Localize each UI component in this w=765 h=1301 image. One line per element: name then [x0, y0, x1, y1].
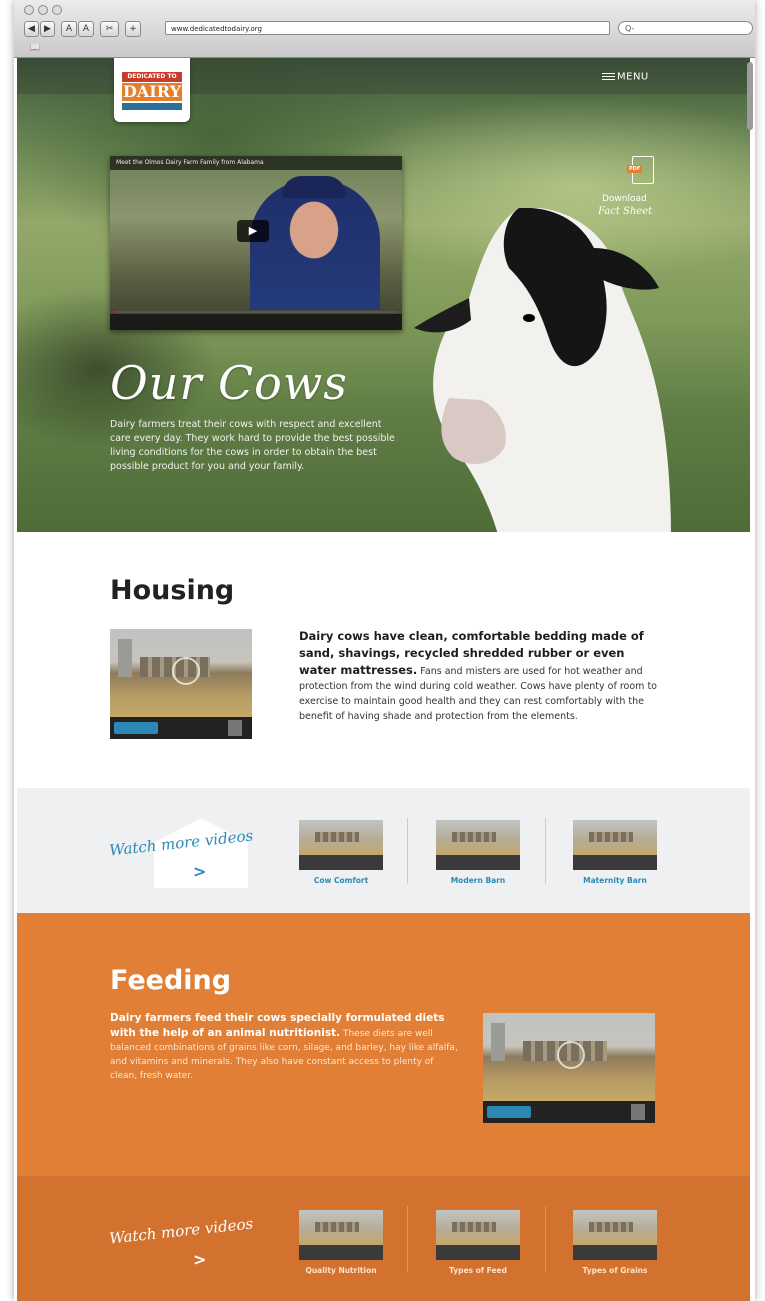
video-controls[interactable] [110, 717, 252, 739]
hero-title: Our Cows [110, 356, 348, 410]
browser-window: ◀ ▶ A A ✂ + www.dedicatedtodairy.org Q- … [14, 0, 755, 1301]
pdf-badge: PDF [627, 165, 643, 173]
forward-button[interactable]: ▶ [40, 21, 55, 37]
video-thumbnail-label[interactable]: Types of Grains [565, 1266, 665, 1275]
document-icon: PDF [627, 156, 654, 184]
video-thumbnail-label[interactable]: Cow Comfort [291, 876, 391, 885]
hamburger-icon [602, 71, 615, 82]
bookmarks-icon[interactable]: 📖 [30, 43, 40, 52]
divider [407, 818, 408, 884]
video-title: Meet the Olmos Dairy Farm Family from Al… [110, 156, 402, 170]
barn-pole [118, 639, 132, 677]
back-button[interactable]: ◀ [24, 21, 39, 37]
feeding-title: Feeding [110, 965, 232, 996]
feeding-description: Dairy farmers feed their cows specially … [110, 1011, 460, 1083]
close-window-button[interactable] [24, 5, 34, 15]
video-thumbnail[interactable] [299, 820, 383, 870]
housing-title: Housing [110, 575, 235, 606]
search-field[interactable]: Q- [618, 21, 753, 35]
time-display [487, 1106, 531, 1118]
video-thumbnail-label[interactable]: Modern Barn [428, 876, 528, 885]
facebook-icon[interactable] [631, 1104, 645, 1120]
video-controls[interactable] [110, 311, 402, 330]
menu-button[interactable]: MENU [602, 71, 649, 83]
housing-description: Dairy cows have clean, comfortable beddi… [299, 628, 661, 724]
video-frame-farmer [250, 180, 380, 310]
video-frame-cap [282, 176, 346, 198]
play-icon[interactable] [557, 1041, 585, 1069]
feeding-more-videos: Watch more videos > Quality Nutrition Ty… [17, 1176, 750, 1301]
video-thumbnail[interactable] [436, 820, 520, 870]
snapback-button[interactable]: ✂ [100, 21, 119, 37]
video-thumbnail-label[interactable]: Maternity Barn [565, 876, 665, 885]
divider [545, 818, 546, 884]
add-bookmark-button[interactable]: + [125, 21, 141, 37]
window-controls [24, 5, 62, 15]
video-thumbnail[interactable] [299, 1210, 383, 1260]
page-scrollbar[interactable] [747, 62, 753, 130]
download-label: Download [602, 194, 647, 204]
minimize-window-button[interactable] [38, 5, 48, 15]
chevron-right-icon[interactable]: > [193, 862, 206, 881]
housing-more-videos: Watch more videos > Cow Comfort Modern B… [17, 788, 750, 913]
facebook-icon[interactable] [228, 720, 242, 736]
housing-section: Housing Dairy cows have clean, comfortab… [17, 532, 750, 788]
video-thumbnail[interactable] [573, 820, 657, 870]
video-progress-bar[interactable] [114, 311, 398, 313]
video-thumbnail[interactable] [573, 1210, 657, 1260]
play-icon[interactable] [172, 657, 200, 685]
cow-image [414, 208, 671, 532]
hero-video-player[interactable]: Meet the Olmos Dairy Farm Family from Al… [110, 156, 402, 330]
feeding-video-player[interactable] [483, 1013, 655, 1123]
housing-video-player[interactable] [110, 629, 252, 739]
logo-tagline: DEDICATED TO [122, 72, 182, 82]
text-larger-button[interactable]: A [78, 21, 94, 37]
video-thumbnail-label[interactable]: Types of Feed [428, 1266, 528, 1275]
feeding-section: Feeding Dairy farmers feed their cows sp… [17, 913, 750, 1176]
zoom-window-button[interactable] [52, 5, 62, 15]
logo-wordmark: DAIRY [122, 82, 182, 101]
divider [545, 1206, 546, 1272]
video-thumbnail[interactable] [436, 1210, 520, 1260]
site-logo[interactable]: DEDICATED TO DAIRY [114, 58, 190, 122]
hero-section: DEDICATED TO DAIRY MENU Meet the Olmos D… [17, 58, 750, 532]
text-smaller-button[interactable]: A [61, 21, 77, 37]
logo-stripe [122, 103, 182, 110]
browser-toolbar: ◀ ▶ A A ✂ + www.dedicatedtodairy.org Q- … [14, 0, 755, 58]
video-controls[interactable] [483, 1101, 655, 1123]
barn-pole [491, 1023, 505, 1061]
address-bar[interactable]: www.dedicatedtodairy.org [165, 21, 610, 35]
chevron-right-icon[interactable]: > [193, 1250, 206, 1269]
menu-label: MENU [617, 71, 649, 83]
divider [407, 1206, 408, 1272]
time-display [114, 722, 158, 734]
watch-more-videos-link[interactable]: Watch more videos [108, 1214, 254, 1247]
video-thumbnail-label[interactable]: Quality Nutrition [291, 1266, 391, 1275]
play-icon[interactable]: ▶ [237, 220, 269, 242]
hero-paragraph: Dairy farmers treat their cows with resp… [110, 419, 395, 472]
